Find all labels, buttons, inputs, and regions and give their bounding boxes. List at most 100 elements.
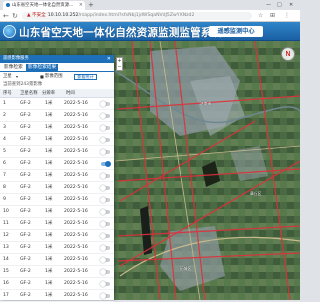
table-row[interactable]: 16 GF-2 1米 2022-5-16: [0, 278, 114, 290]
result-table: 1 GF-2 1米 2022-5-16 2 GF-2 1米 2022-5-16 3 GF-2 1米 2…: [0, 98, 114, 302]
place-label: 历城区: [180, 266, 192, 271]
table-row[interactable]: 14 GF-2 1米 2022-5-16: [0, 254, 114, 266]
close-window-button[interactable]: ✕: [289, 0, 293, 10]
table-row[interactable]: 9 GF-2 1米 2022-5-16: [0, 194, 114, 206]
panel-title: 遥感影像服务: [3, 56, 29, 61]
row-date: 2022-5-16: [64, 161, 88, 166]
row-date: 2022-5-16: [64, 173, 88, 178]
view-stats-button[interactable]: 查看统计: [74, 74, 97, 80]
maximize-button[interactable]: □: [277, 0, 282, 10]
back-icon[interactable]: ←: [3, 10, 9, 22]
table-row[interactable]: 11 GF-2 1米 2022-5-16: [0, 218, 114, 230]
layer-toggle[interactable]: [100, 125, 110, 131]
panel-close-icon[interactable]: ✕: [107, 55, 111, 63]
minimize-button[interactable]: —: [266, 0, 271, 10]
new-tab-button[interactable]: +: [88, 0, 94, 10]
row-date: 2022-5-16: [64, 125, 88, 130]
image-range-label[interactable]: 影像范围: [45, 72, 63, 81]
table-row[interactable]: 3 GF-2 1米 2022-5-16: [0, 122, 114, 134]
extensions-icon[interactable]: ⊞: [270, 10, 275, 22]
table-row[interactable]: 8 GF-2 1米 2022-5-16: [0, 182, 114, 194]
chevron-down-icon[interactable]: ▾: [16, 72, 18, 81]
row-resolution: 1米: [45, 245, 53, 250]
row-resolution: 1米: [45, 173, 53, 178]
result-count-text: 当前查到243景影像: [3, 82, 43, 87]
layer-toggle[interactable]: [100, 149, 110, 155]
url-input[interactable]: ▲ 不安全 10.10.10.252/rsapp/index.html?sfxNb…: [22, 12, 252, 20]
tab-search-results[interactable]: 影像检索结果: [26, 64, 59, 72]
layer-toggle[interactable]: [100, 185, 110, 191]
row-satellite: GF-2: [20, 281, 31, 286]
row-date: 2022-5-16: [64, 149, 88, 154]
browser-tab-title: 山东省空天地一体化自然资源...: [12, 3, 74, 8]
row-number: 15: [3, 269, 9, 274]
row-satellite: GF-2: [20, 293, 31, 298]
close-tab-icon[interactable]: ×: [79, 1, 83, 10]
table-row[interactable]: 15 GF-2 1米 2022-5-16: [0, 266, 114, 278]
layer-toggle[interactable]: [100, 293, 110, 299]
row-resolution: 1米: [45, 137, 53, 142]
layer-toggle[interactable]: [100, 137, 110, 143]
layer-toggle[interactable]: [101, 161, 111, 167]
row-resolution: 1米: [45, 293, 53, 298]
table-row[interactable]: 12 GF-2 1米 2022-5-16: [0, 230, 114, 242]
layer-toggle[interactable]: [100, 257, 110, 263]
row-satellite: GF-2: [20, 185, 31, 190]
row-resolution: 1米: [45, 281, 53, 286]
menu-icon[interactable]: ⋮: [284, 10, 290, 22]
reload-icon[interactable]: ↻: [12, 10, 18, 22]
row-date: 2022-5-16: [64, 233, 88, 238]
row-resolution: 1米: [45, 101, 53, 106]
layer-toggle[interactable]: [100, 221, 110, 227]
remote-sensing-center-button[interactable]: 遥感监测中心: [209, 26, 263, 37]
row-resolution: 1米: [45, 209, 53, 214]
layer-toggle[interactable]: [100, 173, 110, 179]
tab-image-search[interactable]: 影像检索: [2, 64, 25, 72]
row-satellite: GF-2: [20, 113, 31, 118]
table-row[interactable]: 13 GF-2 1米 2022-5-16: [0, 242, 114, 254]
row-satellite: GF-2: [20, 125, 31, 130]
row-date: 2022-5-16: [64, 209, 88, 214]
layer-toggle[interactable]: [100, 113, 110, 119]
row-satellite: GF-2: [20, 233, 31, 238]
table-row[interactable]: 2 GF-2 1米 2022-5-16: [0, 110, 114, 122]
layer-toggle[interactable]: [100, 101, 110, 107]
layer-toggle[interactable]: [100, 209, 110, 215]
satellite-filter-label[interactable]: 卫星: [3, 72, 12, 81]
layer-toggle[interactable]: [100, 197, 110, 203]
row-date: 2022-5-16: [64, 101, 88, 106]
row-number: 3: [3, 125, 6, 130]
table-row[interactable]: 4 GF-2 1米 2022-5-16: [0, 134, 114, 146]
zoom-control: + −: [116, 57, 123, 71]
layer-toggle[interactable]: [100, 281, 110, 287]
row-resolution: 1米: [45, 257, 53, 262]
row-number: 17: [3, 293, 9, 298]
row-date: 2022-5-16: [64, 281, 88, 286]
zoom-out-button[interactable]: −: [117, 64, 122, 70]
col-header: 时间: [66, 91, 75, 96]
row-resolution: 1米: [45, 125, 53, 130]
layer-toggle[interactable]: [100, 269, 110, 275]
compass-icon[interactable]: N: [281, 47, 295, 61]
table-row[interactable]: 6 GF-2 1米 2022-5-16: [0, 158, 114, 170]
table-row[interactable]: 7 GF-2 1米 2022-5-16: [0, 170, 114, 182]
col-header: 序号: [3, 91, 12, 96]
row-number: 2: [3, 113, 6, 118]
range-checkbox-icon[interactable]: ■: [40, 72, 44, 81]
row-date: 2022-5-16: [64, 185, 88, 190]
table-row[interactable]: 1 GF-2 1米 2022-5-16: [0, 98, 114, 110]
row-number: 4: [3, 137, 6, 142]
layer-toggle[interactable]: [100, 245, 110, 251]
row-satellite: GF-2: [20, 161, 31, 166]
row-resolution: 1米: [45, 233, 53, 238]
table-row[interactable]: 5 GF-2 1米 2022-5-16: [0, 146, 114, 158]
row-resolution: 1米: [45, 161, 53, 166]
url-path: /rsapp/index.html?sfxNbj1jdWSqaNVdJ5ZwYX…: [78, 13, 195, 18]
row-resolution: 1米: [45, 221, 53, 226]
table-row[interactable]: 10 GF-2 1米 2022-5-16: [0, 206, 114, 218]
layer-toggle[interactable]: [100, 233, 110, 239]
favicon-icon: [6, 3, 10, 7]
star-icon[interactable]: ☆: [258, 10, 263, 22]
browser-tab[interactable]: 山东省空天地一体化自然资源... ×: [3, 1, 85, 10]
table-row[interactable]: 17 GF-2 1米 2022-5-16: [0, 290, 114, 302]
